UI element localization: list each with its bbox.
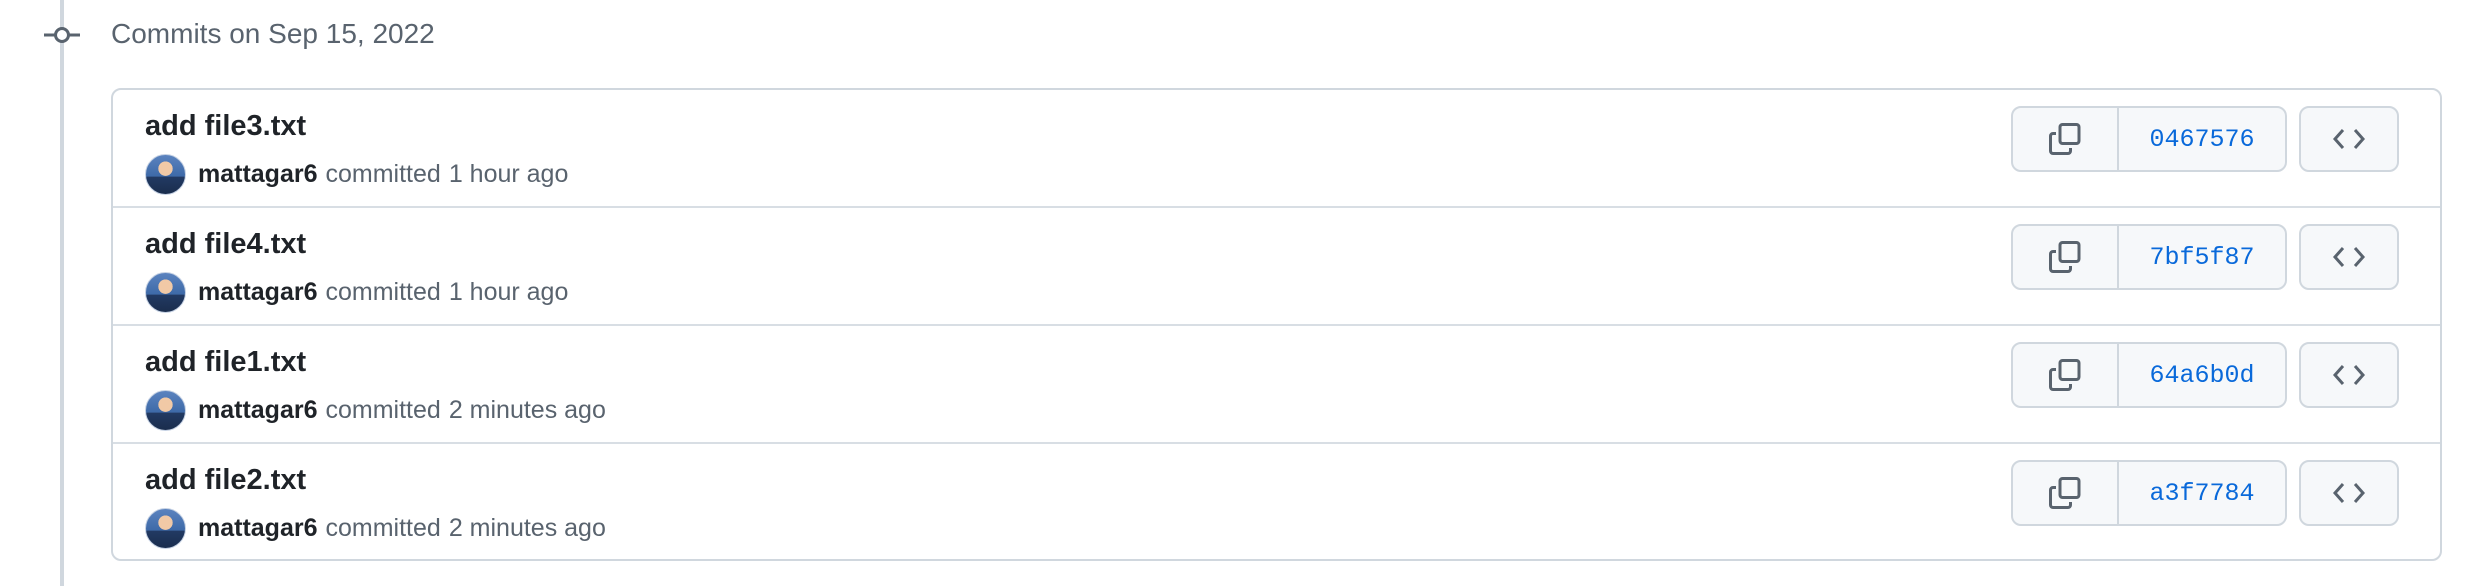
browse-repository-button[interactable] bbox=[2299, 460, 2399, 526]
commit-meta: mattagar6 committed 2 minutes ago bbox=[145, 506, 606, 550]
copy-icon bbox=[2048, 358, 2082, 392]
commit-message-link[interactable]: add file4.txt bbox=[145, 226, 306, 262]
browse-repository-button[interactable] bbox=[2299, 342, 2399, 408]
avatar[interactable] bbox=[145, 271, 186, 313]
commit-list: add file3.txt mattagar6 committed 1 hour… bbox=[111, 88, 2442, 561]
commit-author-link[interactable]: mattagar6 bbox=[198, 160, 318, 189]
code-icon bbox=[2332, 127, 2366, 151]
commit-time: 1 hour ago bbox=[448, 159, 569, 188]
timeline-line bbox=[60, 0, 64, 586]
sha-button-group: 7bf5f87 bbox=[2011, 224, 2287, 290]
copy-sha-button[interactable] bbox=[2013, 462, 2119, 524]
commit-row: add file3.txt mattagar6 committed 1 hour… bbox=[113, 90, 2440, 208]
commit-author-link[interactable]: mattagar6 bbox=[198, 278, 318, 307]
commit-sha-link[interactable]: 64a6b0d bbox=[2119, 344, 2285, 406]
commit-message-link[interactable]: add file1.txt bbox=[145, 344, 306, 380]
sha-button-group: 64a6b0d bbox=[2011, 342, 2287, 408]
commit-message-link[interactable]: add file2.txt bbox=[145, 462, 306, 498]
commit-sha-link[interactable]: a3f7784 bbox=[2119, 462, 2285, 524]
commit-group-title: Commits on Sep 15, 2022 bbox=[111, 18, 435, 49]
git-commit-icon bbox=[44, 22, 80, 48]
code-icon bbox=[2332, 363, 2366, 387]
copy-sha-button[interactable] bbox=[2013, 108, 2119, 170]
commit-author-link[interactable]: mattagar6 bbox=[198, 396, 318, 425]
sha-button-group: 0467576 bbox=[2011, 106, 2287, 172]
commit-author-link[interactable]: mattagar6 bbox=[198, 514, 318, 543]
commit-sha-link[interactable]: 0467576 bbox=[2119, 108, 2285, 170]
commit-sha-link[interactable]: 7bf5f87 bbox=[2119, 226, 2285, 288]
sha-button-group: a3f7784 bbox=[2011, 460, 2287, 526]
commit-meta: mattagar6 committed 1 hour ago bbox=[145, 270, 568, 314]
commit-action-text: committed bbox=[325, 159, 441, 188]
code-icon bbox=[2332, 481, 2366, 505]
commit-row: add file2.txt mattagar6 committed 2 minu… bbox=[113, 444, 2440, 559]
browse-repository-button[interactable] bbox=[2299, 224, 2399, 290]
code-icon bbox=[2332, 245, 2366, 269]
commit-row: add file4.txt mattagar6 committed 1 hour… bbox=[113, 208, 2440, 326]
copy-icon bbox=[2048, 122, 2082, 156]
commit-action-text: committed bbox=[325, 277, 441, 306]
copy-icon bbox=[2048, 240, 2082, 274]
avatar[interactable] bbox=[145, 507, 186, 549]
commit-action-text: committed bbox=[325, 513, 441, 542]
commit-action-text: committed bbox=[325, 395, 441, 424]
copy-icon bbox=[2048, 476, 2082, 510]
commit-meta: mattagar6 committed 1 hour ago bbox=[145, 152, 568, 196]
commit-time: 1 hour ago bbox=[448, 277, 569, 306]
copy-sha-button[interactable] bbox=[2013, 344, 2119, 406]
browse-repository-button[interactable] bbox=[2299, 106, 2399, 172]
commit-message-link[interactable]: add file3.txt bbox=[145, 108, 306, 144]
commit-meta: mattagar6 committed 2 minutes ago bbox=[145, 388, 606, 432]
commit-time: 2 minutes ago bbox=[448, 395, 606, 424]
commit-row: add file1.txt mattagar6 committed 2 minu… bbox=[113, 326, 2440, 444]
avatar[interactable] bbox=[145, 389, 186, 431]
copy-sha-button[interactable] bbox=[2013, 226, 2119, 288]
avatar[interactable] bbox=[145, 153, 186, 195]
commit-time: 2 minutes ago bbox=[448, 513, 606, 542]
